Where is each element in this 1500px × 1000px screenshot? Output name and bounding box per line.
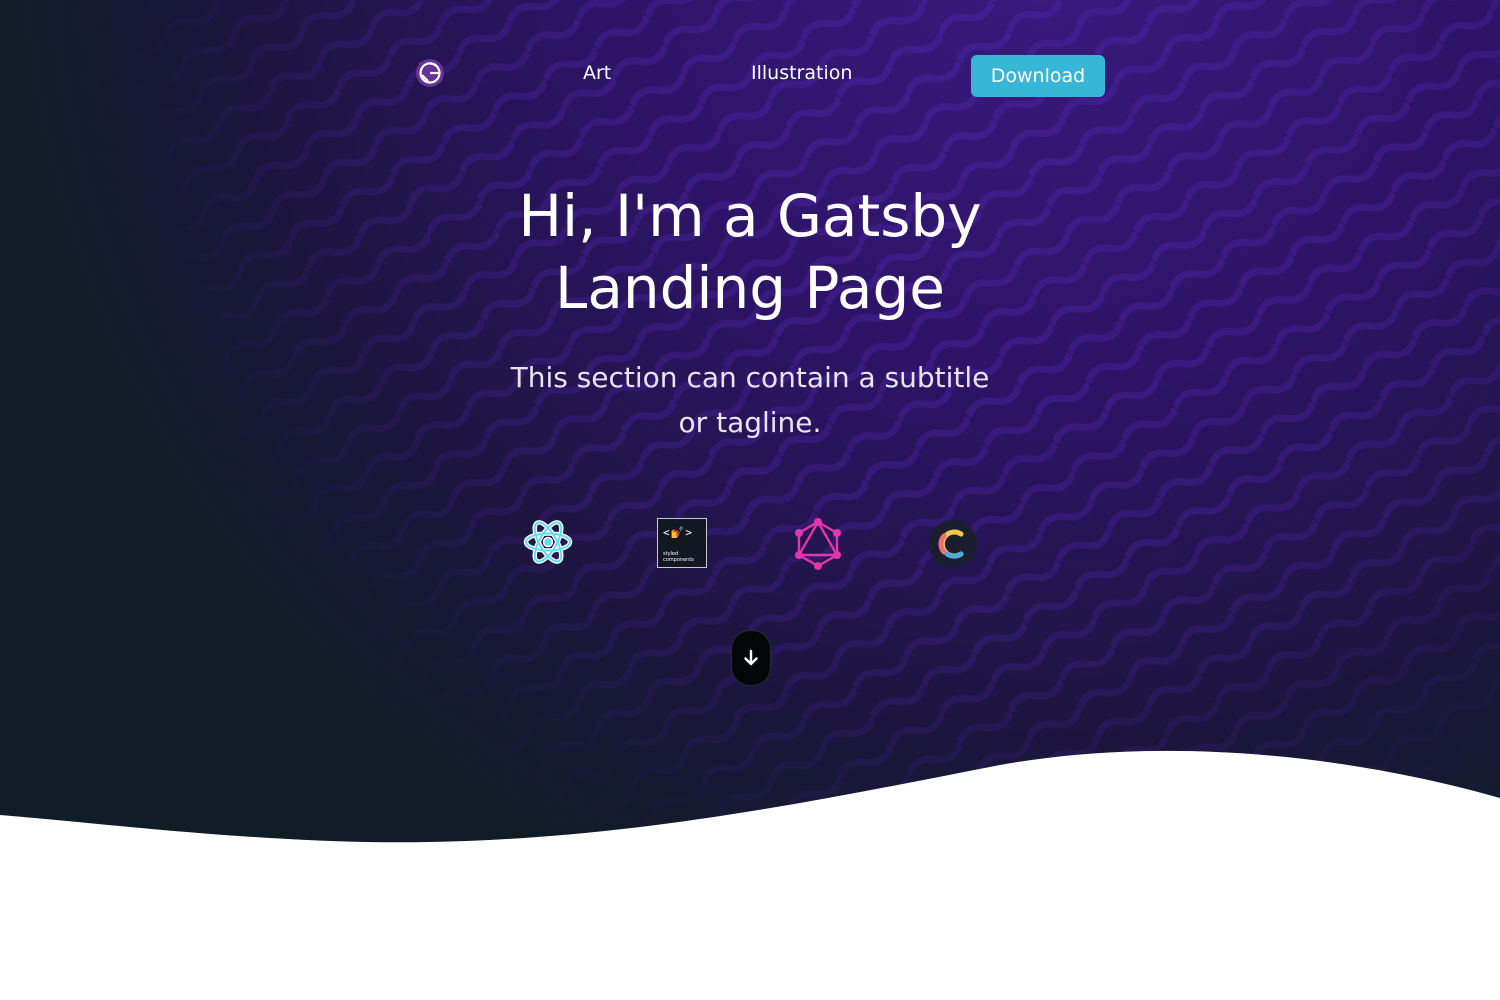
styled-components-code: <💅> [663,526,693,539]
page-title: Hi, I'm a Gatsby Landing Page [450,180,1050,324]
styled-components-label: styled components [663,551,694,563]
cypress-icon [929,520,977,568]
react-icon [523,520,573,564]
hero-background [0,0,1500,1000]
download-button[interactable]: Download [971,55,1105,97]
graphql-icon [795,518,841,570]
hero-section: Art Illustration Download Hi, I'm a Gats… [0,0,1500,1000]
subtitle-line-2: or tagline. [678,406,822,439]
styled-components-icon: <💅> styled components [657,518,709,570]
nav-link-illustration[interactable]: Illustration [751,62,852,84]
page-subtitle: This section can contain a subtitle or t… [490,355,1010,445]
subtitle-line-1: This section can contain a subtitle [510,361,990,394]
gatsby-logo-icon[interactable] [415,58,445,88]
title-line-2: Landing Page [555,254,945,322]
top-navigation: Art Illustration Download [0,0,1500,150]
scroll-down-button[interactable] [731,630,771,686]
title-line-1: Hi, I'm a Gatsby [518,182,982,250]
nav-link-art[interactable]: Art [583,62,611,84]
arrow-down-icon [744,649,758,666]
styled-components-badge: <💅> styled components [657,518,707,568]
